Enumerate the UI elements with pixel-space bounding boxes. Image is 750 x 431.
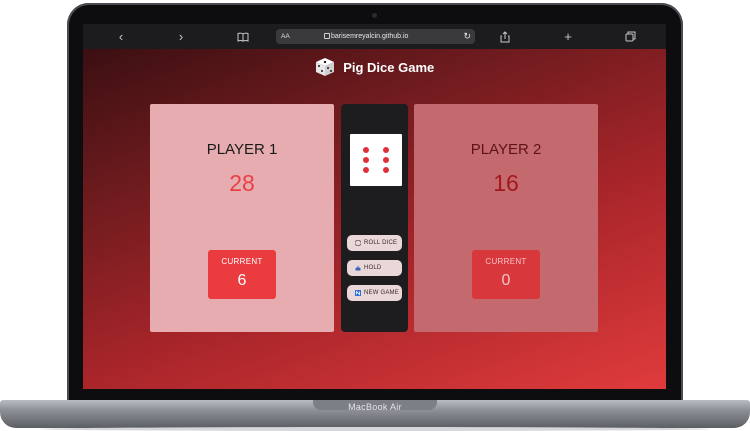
dice-pip (363, 157, 369, 163)
tabs-button[interactable] (621, 28, 639, 45)
hold-icon (355, 265, 361, 271)
dice-pip (383, 147, 389, 153)
app-header: Pig Dice Game (83, 57, 666, 81)
controls-panel: ROLL DICE HOLD NEW GAME (341, 104, 408, 332)
game-page: Pig Dice Game PLAYER 1 28 CURRENT 6 ROLL… (83, 49, 666, 389)
share-button[interactable] (496, 28, 514, 45)
dice-icon (355, 240, 361, 246)
roll-dice-label: ROLL DICE (364, 240, 398, 246)
reload-icon[interactable]: ↻ (463, 29, 471, 44)
base-shadow (40, 427, 710, 431)
new-game-icon (355, 290, 361, 296)
player-2-current-box: CURRENT 0 (472, 250, 540, 299)
player-2-current-label: CURRENT (485, 257, 527, 266)
player-1-current-label: CURRENT (221, 257, 263, 266)
reader-text-size[interactable]: AA (281, 29, 290, 44)
new-game-label: NEW GAME (364, 290, 399, 296)
lock-icon (324, 33, 330, 39)
book-icon (237, 32, 249, 42)
player-1-name: PLAYER 1 (206, 141, 278, 158)
share-icon (500, 31, 510, 43)
forward-button[interactable]: › (172, 28, 190, 45)
tabs-icon (625, 31, 635, 42)
player-2-panel: PLAYER 2 16 CURRENT 0 (414, 104, 598, 332)
player-2-current-score: 0 (501, 272, 511, 289)
url-text: barisemreyalcin.github.io (331, 33, 409, 40)
address-bar[interactable]: AA barisemreyalcin.github.io ↻ (276, 29, 475, 44)
new-tab-button[interactable]: + (559, 28, 577, 45)
new-game-button[interactable]: NEW GAME (347, 285, 402, 301)
hold-label: HOLD (364, 265, 382, 271)
player-2-score: 16 (493, 170, 519, 196)
player-2-name: PLAYER 2 (470, 141, 542, 158)
page-title: Pig Dice Game (343, 59, 435, 75)
bookmarks-button[interactable] (234, 28, 252, 45)
player-1-current-score: 6 (237, 272, 247, 289)
screen: ‹ › AA barisemreyalcin.github.io ↻ + Pig… (83, 24, 666, 389)
player-1-current-box: CURRENT 6 (208, 250, 276, 299)
device-label: MacBook Air (348, 402, 402, 412)
hold-button[interactable]: HOLD (347, 260, 402, 276)
camera (372, 13, 377, 18)
dice-pip (383, 167, 389, 173)
dice-logo-icon (315, 58, 334, 76)
browser-toolbar: ‹ › AA barisemreyalcin.github.io ↻ + (83, 24, 666, 49)
back-button[interactable]: ‹ (112, 28, 130, 45)
player-1-score: 28 (229, 170, 255, 196)
dice-pip (363, 147, 369, 153)
dice-pip (363, 167, 369, 173)
dice-pip (383, 157, 389, 163)
player-1-panel: PLAYER 1 28 CURRENT 6 (150, 104, 334, 332)
dice-face (350, 134, 402, 186)
roll-dice-button[interactable]: ROLL DICE (347, 235, 402, 251)
